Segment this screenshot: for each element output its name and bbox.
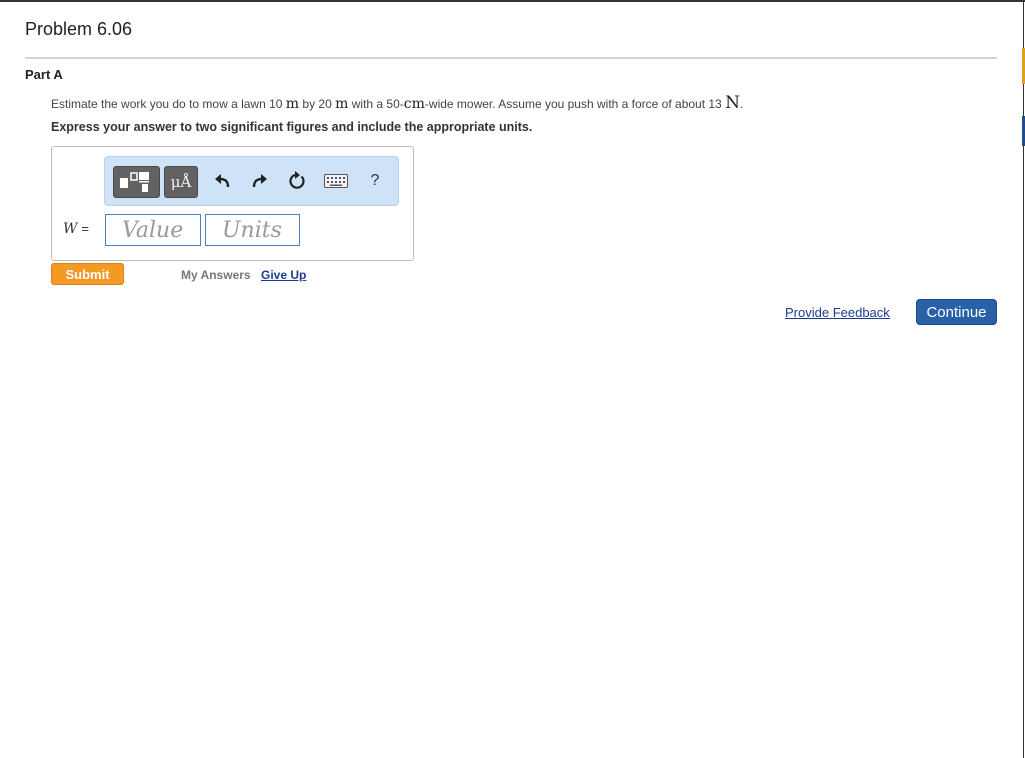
divider (25, 57, 997, 59)
part-label: Part A (25, 67, 63, 82)
question-segment: by 20 (302, 97, 332, 111)
reset-button[interactable] (285, 166, 309, 196)
templates-button[interactable] (113, 166, 160, 198)
unit-m: m (285, 96, 300, 112)
keyboard-icon (324, 174, 348, 188)
units-input[interactable] (205, 214, 300, 246)
answer-box: μÅ ? W = Value Units (51, 146, 414, 261)
math-toolbar: μÅ ? (104, 156, 399, 206)
submit-button[interactable]: Submit (51, 263, 124, 285)
variable-name: W (63, 221, 78, 237)
question-text: Estimate the work you do to mow a lawn 1… (51, 93, 743, 113)
unit-n: N (725, 93, 740, 113)
keyboard-button[interactable] (323, 166, 349, 196)
redo-icon (252, 174, 267, 188)
answer-instruction: Express your answer to two significant f… (51, 120, 533, 134)
provide-feedback-link[interactable]: Provide Feedback (785, 305, 890, 320)
unit-cm: cm (403, 96, 425, 112)
my-answers-label: My Answers (181, 268, 251, 282)
equals-sign: = (81, 221, 89, 236)
top-border (0, 0, 1025, 2)
units-button[interactable]: μÅ (164, 166, 198, 198)
redo-button[interactable] (248, 166, 270, 196)
question-segment: Estimate the work you do to mow a lawn 1… (51, 97, 283, 111)
continue-button[interactable]: Continue (916, 299, 997, 325)
templates-icon (119, 172, 149, 192)
value-input[interactable] (105, 214, 201, 246)
question-segment: -wide mower. Assume you push with a forc… (424, 97, 722, 111)
units-button-label: μÅ (170, 173, 192, 191)
help-label: ? (370, 172, 380, 189)
right-border (1023, 0, 1024, 758)
unit-m: m (335, 96, 349, 112)
reset-icon (289, 171, 305, 189)
undo-button[interactable] (212, 166, 234, 196)
help-button[interactable]: ? (365, 166, 385, 196)
problem-title: Problem 6.06 (25, 19, 133, 39)
variable-label: W = (63, 221, 89, 237)
question-segment: . (739, 97, 744, 111)
give-up-link[interactable]: Give Up (261, 268, 306, 282)
undo-icon (215, 174, 230, 188)
question-segment: with a 50- (351, 97, 404, 111)
